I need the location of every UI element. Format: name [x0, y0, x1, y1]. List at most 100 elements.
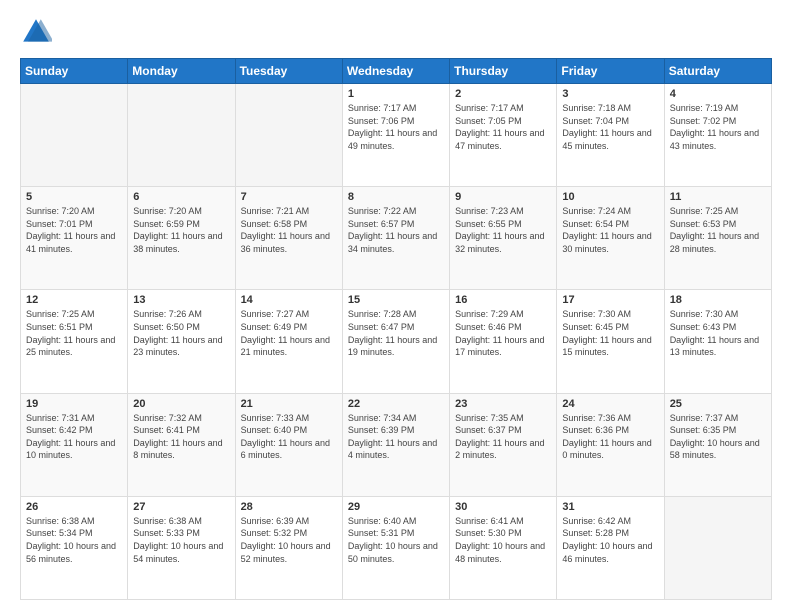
calendar-week-3: 12 Sunrise: 7:25 AM Sunset: 6:51 PM Dayli…	[21, 290, 772, 393]
weekday-header-saturday: Saturday	[664, 59, 771, 84]
calendar-cell: 16 Sunrise: 7:29 AM Sunset: 6:46 PM Dayli…	[450, 290, 557, 393]
day-info: Sunrise: 7:19 AM Sunset: 7:02 PM Dayligh…	[670, 102, 766, 152]
day-info: Sunrise: 7:25 AM Sunset: 6:53 PM Dayligh…	[670, 205, 766, 255]
day-number: 10	[562, 191, 658, 203]
day-info: Sunrise: 7:30 AM Sunset: 6:43 PM Dayligh…	[670, 308, 766, 358]
calendar-cell	[235, 84, 342, 187]
day-info: Sunrise: 7:17 AM Sunset: 7:05 PM Dayligh…	[455, 102, 551, 152]
calendar-cell	[21, 84, 128, 187]
calendar-cell: 2 Sunrise: 7:17 AM Sunset: 7:05 PM Daylig…	[450, 84, 557, 187]
day-number: 2	[455, 88, 551, 100]
day-number: 22	[348, 398, 444, 410]
calendar-cell: 5 Sunrise: 7:20 AM Sunset: 7:01 PM Daylig…	[21, 187, 128, 290]
calendar-cell: 6 Sunrise: 7:20 AM Sunset: 6:59 PM Daylig…	[128, 187, 235, 290]
day-number: 19	[26, 398, 122, 410]
calendar-header-row: SundayMondayTuesdayWednesdayThursdayFrid…	[21, 59, 772, 84]
day-number: 29	[348, 501, 444, 513]
day-info: Sunrise: 7:29 AM Sunset: 6:46 PM Dayligh…	[455, 308, 551, 358]
day-info: Sunrise: 7:20 AM Sunset: 7:01 PM Dayligh…	[26, 205, 122, 255]
calendar-cell: 29 Sunrise: 6:40 AM Sunset: 5:31 PM Dayli…	[342, 496, 449, 599]
page: SundayMondayTuesdayWednesdayThursdayFrid…	[0, 0, 792, 612]
weekday-header-wednesday: Wednesday	[342, 59, 449, 84]
calendar-cell: 20Sunrise: 7:32 AM Sunset: 6:41 PM Dayli…	[128, 393, 235, 496]
day-info: Sunrise: 6:42 AM Sunset: 5:28 PM Dayligh…	[562, 515, 658, 565]
day-number: 14	[241, 294, 337, 306]
day-number: 28	[241, 501, 337, 513]
day-number: 20	[133, 398, 229, 410]
day-info: Sunrise: 7:24 AM Sunset: 6:54 PM Dayligh…	[562, 205, 658, 255]
calendar-cell: 17 Sunrise: 7:30 AM Sunset: 6:45 PM Dayli…	[557, 290, 664, 393]
day-number: 8	[348, 191, 444, 203]
day-number: 25	[670, 398, 766, 410]
calendar-cell: 7Sunrise: 7:21 AM Sunset: 6:58 PM Daylig…	[235, 187, 342, 290]
day-number: 7	[241, 191, 337, 203]
day-number: 23	[455, 398, 551, 410]
calendar-cell: 30 Sunrise: 6:41 AM Sunset: 5:30 PM Dayli…	[450, 496, 557, 599]
calendar-cell: 18 Sunrise: 7:30 AM Sunset: 6:43 PM Dayli…	[664, 290, 771, 393]
calendar-cell: 3 Sunrise: 7:18 AM Sunset: 7:04 PM Daylig…	[557, 84, 664, 187]
day-info: Sunrise: 7:34 AM Sunset: 6:39 PM Dayligh…	[348, 412, 444, 462]
day-number: 3	[562, 88, 658, 100]
calendar-cell: 21 Sunrise: 7:33 AM Sunset: 6:40 PM Dayli…	[235, 393, 342, 496]
day-number: 4	[670, 88, 766, 100]
day-number: 5	[26, 191, 122, 203]
day-number: 26	[26, 501, 122, 513]
calendar-cell: 8Sunrise: 7:22 AM Sunset: 6:57 PM Daylig…	[342, 187, 449, 290]
day-info: Sunrise: 7:18 AM Sunset: 7:04 PM Dayligh…	[562, 102, 658, 152]
day-info: Sunrise: 6:41 AM Sunset: 5:30 PM Dayligh…	[455, 515, 551, 565]
calendar-table: SundayMondayTuesdayWednesdayThursdayFrid…	[20, 58, 772, 600]
day-info: Sunrise: 7:28 AM Sunset: 6:47 PM Dayligh…	[348, 308, 444, 358]
calendar-cell	[664, 496, 771, 599]
calendar-cell: 28 Sunrise: 6:39 AM Sunset: 5:32 PM Dayli…	[235, 496, 342, 599]
day-number: 9	[455, 191, 551, 203]
calendar-cell: 14 Sunrise: 7:27 AM Sunset: 6:49 PM Dayli…	[235, 290, 342, 393]
day-info: Sunrise: 7:26 AM Sunset: 6:50 PM Dayligh…	[133, 308, 229, 358]
day-info: Sunrise: 6:38 AM Sunset: 5:34 PM Dayligh…	[26, 515, 122, 565]
calendar-cell: 23 Sunrise: 7:35 AM Sunset: 6:37 PM Dayli…	[450, 393, 557, 496]
day-info: Sunrise: 7:36 AM Sunset: 6:36 PM Dayligh…	[562, 412, 658, 462]
calendar-cell: 24 Sunrise: 7:36 AM Sunset: 6:36 PM Dayli…	[557, 393, 664, 496]
logo-icon	[20, 16, 52, 48]
header	[20, 16, 772, 48]
day-number: 13	[133, 294, 229, 306]
day-number: 16	[455, 294, 551, 306]
calendar-cell: 26 Sunrise: 6:38 AM Sunset: 5:34 PM Dayli…	[21, 496, 128, 599]
day-info: Sunrise: 7:33 AM Sunset: 6:40 PM Dayligh…	[241, 412, 337, 462]
calendar-cell: 9Sunrise: 7:23 AM Sunset: 6:55 PM Daylig…	[450, 187, 557, 290]
weekday-header-friday: Friday	[557, 59, 664, 84]
day-number: 11	[670, 191, 766, 203]
day-number: 21	[241, 398, 337, 410]
calendar-week-1: 1Sunrise: 7:17 AM Sunset: 7:06 PM Daylig…	[21, 84, 772, 187]
calendar-cell: 10 Sunrise: 7:24 AM Sunset: 6:54 PM Dayli…	[557, 187, 664, 290]
calendar-cell: 4 Sunrise: 7:19 AM Sunset: 7:02 PM Daylig…	[664, 84, 771, 187]
calendar-cell: 11 Sunrise: 7:25 AM Sunset: 6:53 PM Dayli…	[664, 187, 771, 290]
day-info: Sunrise: 7:30 AM Sunset: 6:45 PM Dayligh…	[562, 308, 658, 358]
day-number: 27	[133, 501, 229, 513]
weekday-header-thursday: Thursday	[450, 59, 557, 84]
calendar-week-2: 5 Sunrise: 7:20 AM Sunset: 7:01 PM Daylig…	[21, 187, 772, 290]
day-info: Sunrise: 7:31 AM Sunset: 6:42 PM Dayligh…	[26, 412, 122, 462]
weekday-header-tuesday: Tuesday	[235, 59, 342, 84]
day-info: Sunrise: 7:20 AM Sunset: 6:59 PM Dayligh…	[133, 205, 229, 255]
day-info: Sunrise: 7:37 AM Sunset: 6:35 PM Dayligh…	[670, 412, 766, 462]
calendar-week-4: 19 Sunrise: 7:31 AM Sunset: 6:42 PM Dayli…	[21, 393, 772, 496]
calendar-cell	[128, 84, 235, 187]
day-info: Sunrise: 7:25 AM Sunset: 6:51 PM Dayligh…	[26, 308, 122, 358]
day-number: 18	[670, 294, 766, 306]
calendar-cell: 22 Sunrise: 7:34 AM Sunset: 6:39 PM Dayli…	[342, 393, 449, 496]
day-info: Sunrise: 6:39 AM Sunset: 5:32 PM Dayligh…	[241, 515, 337, 565]
logo	[20, 16, 56, 48]
day-info: Sunrise: 6:40 AM Sunset: 5:31 PM Dayligh…	[348, 515, 444, 565]
day-number: 12	[26, 294, 122, 306]
day-info: Sunrise: 7:35 AM Sunset: 6:37 PM Dayligh…	[455, 412, 551, 462]
calendar-cell: 13 Sunrise: 7:26 AM Sunset: 6:50 PM Dayli…	[128, 290, 235, 393]
day-info: Sunrise: 7:17 AM Sunset: 7:06 PM Dayligh…	[348, 102, 444, 152]
calendar-week-5: 26 Sunrise: 6:38 AM Sunset: 5:34 PM Dayli…	[21, 496, 772, 599]
day-number: 30	[455, 501, 551, 513]
day-number: 6	[133, 191, 229, 203]
weekday-header-monday: Monday	[128, 59, 235, 84]
day-number: 24	[562, 398, 658, 410]
day-number: 17	[562, 294, 658, 306]
day-info: Sunrise: 7:27 AM Sunset: 6:49 PM Dayligh…	[241, 308, 337, 358]
calendar-cell: 31Sunrise: 6:42 AM Sunset: 5:28 PM Dayli…	[557, 496, 664, 599]
